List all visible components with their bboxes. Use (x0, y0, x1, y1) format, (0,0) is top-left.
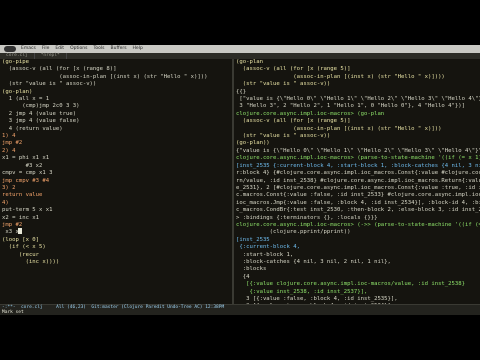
repl-pane-right[interactable]: (go-plan (assoc-v (all (for [x (range 5)… (234, 59, 480, 305)
code-line: {4 (236, 273, 250, 280)
code-line: jmp #2 (2, 140, 23, 147)
code-line: :start-block 1, (236, 251, 294, 258)
letterbox-top (0, 0, 480, 45)
code-line: 1) 4 (2, 133, 16, 140)
code-line: (go-plan (236, 59, 263, 65)
menu-item-help[interactable]: Help (130, 45, 146, 53)
code-line: clojure.core.async.impl.ioc-macros> (par… (236, 155, 480, 162)
code-line: x1 = phi x1 x1 (2, 155, 50, 162)
code-line: ["value is {\"Hello 0\" \"Hello 1\" \"He… (239, 96, 480, 103)
code-line: :block-catches {4 nil, 3 nil, 2 nil, 1 n… (236, 258, 391, 265)
code-line: clojure.core.async.impl.ioc-macros> (->>… (236, 221, 480, 228)
code-line: c.macros.Const{:value :false, :id inst_2… (236, 192, 480, 199)
code-line: 3 [{:value :false, :block 4, :id inst_25… (236, 296, 398, 302)
code-line: {:value inst_2538, :id inst_2537}], (236, 288, 368, 295)
text-cursor (18, 228, 22, 234)
code-line: 4 (return value) (2, 125, 63, 132)
code-line: (assoc-v (all (for [x (range 8)] (2, 66, 117, 73)
code-line: 4) (2, 199, 9, 206)
menu-item-emacs[interactable]: Emacs (18, 45, 39, 53)
menu-item-edit[interactable]: Edit (52, 45, 67, 53)
code-line: jmp #2 (2, 221, 23, 228)
code-line: :blocks (236, 266, 267, 273)
code-line: 2 jmp 4 (value true) (2, 110, 77, 117)
code-line: r:block 4} {#clojure.core.async.impl.ioc… (236, 170, 480, 177)
code-line: {:current-block 4, (236, 244, 300, 251)
code-line: x2 = inc x1 (2, 214, 40, 221)
code-line: (str "value is " assoc-v)) (2, 81, 97, 88)
code-line: {"value is {\"Hello 0\" \"Hello 1\" \"He… (236, 147, 480, 154)
code-line: [{:value clojure.core.async.impl.ioc-mac… (236, 281, 466, 288)
code-line: 3) 2 (2, 184, 16, 191)
code-line: (assoc-v (all (for [x (range 5)] (236, 118, 351, 125)
code-line: #3 x2 (2, 162, 43, 169)
code-line: (go-plan)) (236, 140, 270, 147)
menu-item-buffers[interactable]: Buffers (108, 45, 130, 53)
menu-item-file[interactable]: File (39, 45, 53, 53)
code-line: (go-plan) (2, 88, 33, 95)
code-line: ioc_macros.Jmp{:value :false, :block 4, … (236, 199, 480, 206)
code-line: (str "value is " assoc-v)) (236, 133, 331, 140)
menu-bar: Emacs File Edit Options Tools Buffers He… (0, 45, 480, 53)
code-line: (assoc-in-plan [(inst x) (str "Hello " x… (236, 125, 442, 132)
code-line: [inst_2535 (236, 236, 270, 243)
code-line: (inc x)))) (2, 258, 60, 265)
menu-item-options[interactable]: Options (67, 45, 90, 53)
code-line: (assoc-in-plan [(inst x) (str "Hello " x… (236, 73, 445, 80)
code-line: (assoc-v (all (for [x (range 5)] (236, 66, 351, 73)
code-line: 3 "Hello 3", 2 "Hello 2", 1 "Hello 1", 0… (236, 103, 466, 110)
code-line: (if (< x 5) (2, 244, 46, 251)
code-line: > :bindings {:terminators {}, :locals {}… (236, 214, 378, 221)
mode-line: -:**- core.clj All (46,23) Git:master (C… (0, 304, 480, 315)
code-line: jmp cmpv #3 #4 (2, 177, 50, 184)
code-line: return value (2, 192, 43, 199)
code-line: e_2531}, 2 [#clojure.core.async.impl.ioc… (236, 184, 480, 191)
code-line: (recur (2, 251, 40, 258)
code-line: (clojure.pprint/pprint)) (236, 229, 351, 236)
code-line: clojure.core.async.impl.ioc-macros> (go-… (236, 110, 385, 117)
menu-item-tools[interactable]: Tools (90, 45, 107, 53)
code-line: (assoc-in-plan [(inst x) (str "Hello " x… (2, 73, 208, 80)
code-line: {{} (236, 88, 247, 95)
code-line: cmpv = cmp x1 3 (2, 170, 53, 177)
code-line: c_macros.CondBr{:test inst_2530, :then-b… (236, 207, 480, 214)
editor-pane-left[interactable]: (go-pipe (assoc-v (all (for [x (range 8)… (0, 59, 232, 305)
letterbox-bottom (0, 315, 480, 360)
code-line: (str "value is " assoc-v)) (236, 81, 331, 88)
apple-icon[interactable] (4, 46, 16, 52)
code-line: [inst_2535 {:current-block 4, :start-blo… (236, 162, 480, 169)
code-line: 1 (all x = 1 (2, 96, 50, 103)
code-line: (loop [x 0] (2, 236, 40, 243)
code-line: x3 x3 (2, 229, 23, 236)
code-line: 3 jmp 4 (value false) (2, 118, 80, 125)
code-line: rn/value, :id inst_2538} #clojure.core.a… (236, 177, 480, 184)
code-line: put-term 5 x x1 (2, 207, 53, 214)
code-line: (go-pipe (2, 59, 29, 65)
code-line: 2) 4 (2, 147, 16, 154)
code-line: (cmp)jmp 2c0 3 3) (2, 103, 80, 110)
emacs-window: Emacs File Edit Options Tools Buffers He… (0, 45, 480, 315)
